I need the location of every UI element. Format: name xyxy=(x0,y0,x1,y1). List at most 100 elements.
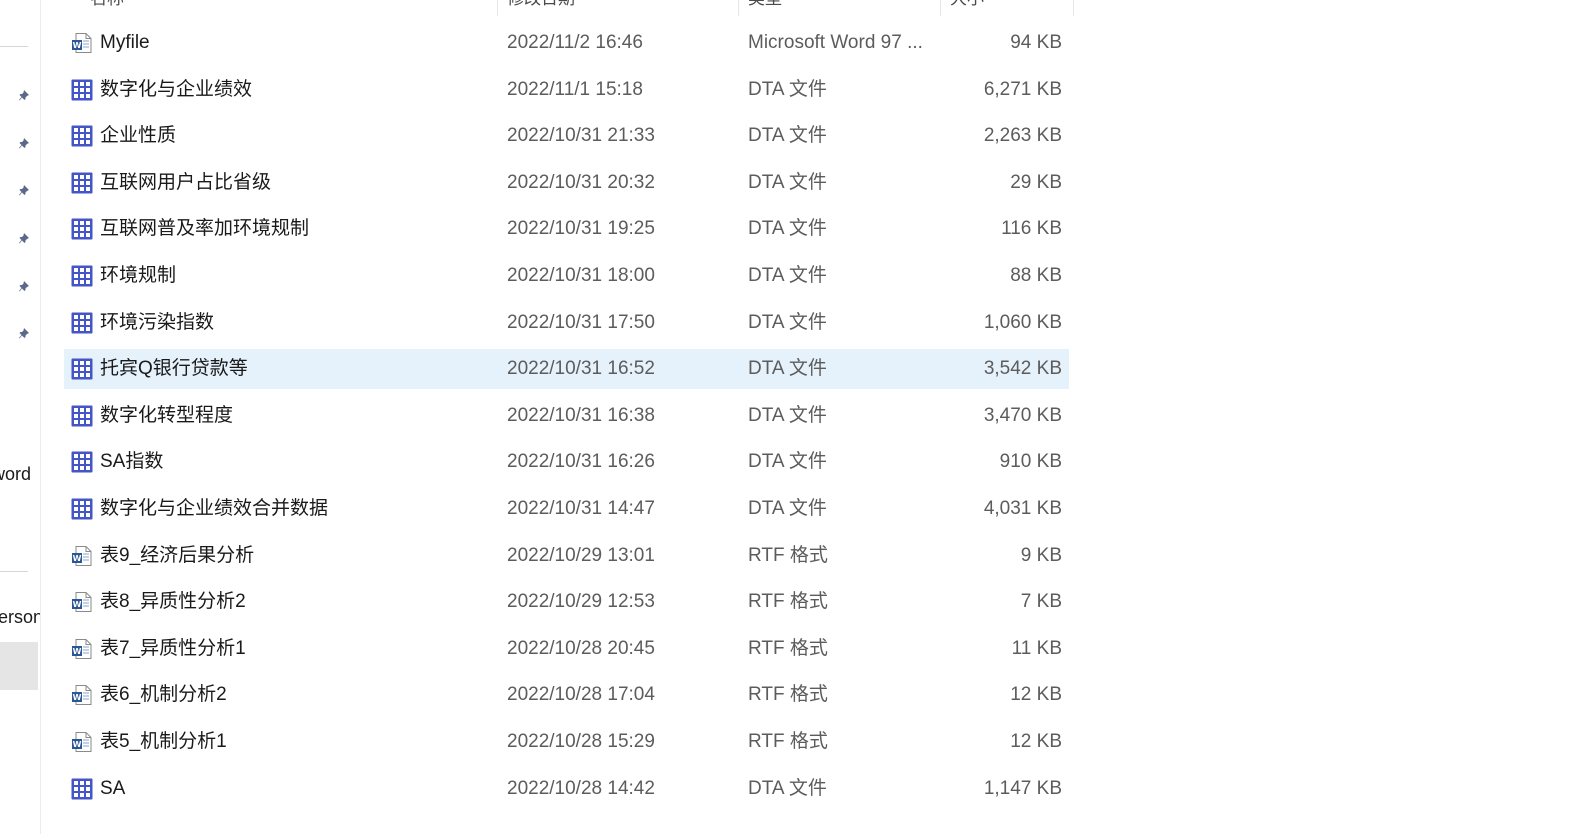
file-row[interactable]: 企业性质 2022/10/31 21:33 DTA 文件 2,263 KB xyxy=(64,116,1069,156)
file-size: 9 KB xyxy=(1020,544,1062,566)
file-type: DTA 文件 xyxy=(748,777,827,799)
nav-divider xyxy=(0,46,28,47)
file-name: 表8_异质性分析2 xyxy=(100,591,246,613)
file-size: 88 KB xyxy=(1010,265,1062,286)
file-type: RTF 格式 xyxy=(748,591,828,613)
file-size: 94 KB xyxy=(1010,32,1062,53)
file-row[interactable]: 环境规制 2022/10/31 18:00 DTA 文件 88 KB xyxy=(64,256,1069,296)
pin-icon[interactable] xyxy=(17,325,33,341)
file-type: DTA 文件 xyxy=(748,311,827,333)
file-name: 数字化转型程度 xyxy=(100,404,234,426)
svg-text:W: W xyxy=(73,41,82,50)
file-date-modified: 2022/10/31 17:50 xyxy=(507,311,655,333)
file-type: DTA 文件 xyxy=(748,265,827,286)
pin-icon[interactable] xyxy=(17,230,33,246)
file-date-modified: 2022/10/31 20:32 xyxy=(507,171,655,193)
file-row[interactable]: 环境污染指数 2022/10/31 17:50 DTA 文件 1,060 KB xyxy=(64,303,1069,343)
navigation-pane: word erson xyxy=(0,0,41,834)
file-type: DTA 文件 xyxy=(748,218,827,240)
file-name: 企业性质 xyxy=(100,125,177,147)
file-row[interactable]: 互联网用户占比省级 2022/10/31 20:32 DTA 文件 29 KB xyxy=(64,163,1069,203)
column-divider[interactable] xyxy=(738,0,739,16)
file-row[interactable]: W 表5_机制分析1 2022/10/28 15:29 RTF 格式 12 KB xyxy=(64,722,1069,762)
nav-divider xyxy=(0,571,28,572)
file-row[interactable]: W Myfile 2022/11/2 16:46 Microsoft Word 97… xyxy=(64,23,1069,63)
file-type: DTA 文件 xyxy=(748,451,827,473)
file-type: DTA 文件 xyxy=(748,171,827,193)
dta-file-icon xyxy=(70,349,94,389)
file-type: DTA 文件 xyxy=(748,358,827,380)
word-document-icon: W xyxy=(70,722,94,762)
pin-icon[interactable] xyxy=(17,87,33,103)
file-name: 环境规制 xyxy=(100,265,177,286)
column-divider[interactable] xyxy=(940,0,941,16)
file-size: 7 KB xyxy=(1020,591,1062,613)
file-row[interactable]: W 表8_异质性分析2 2022/10/29 12:53 RTF 格式 7 KB xyxy=(64,582,1069,622)
file-type: Microsoft Word 97 ... xyxy=(748,32,923,53)
file-row[interactable]: W 表6_机制分析2 2022/10/28 17:04 RTF 格式 12 KB xyxy=(64,675,1069,715)
file-date-modified: 2022/10/29 13:01 xyxy=(507,544,655,566)
word-document-icon: W xyxy=(70,536,94,576)
file-name: SA xyxy=(100,777,126,799)
file-size: 1,060 KB xyxy=(983,311,1062,333)
nav-item-person[interactable]: erson xyxy=(0,607,40,628)
file-row[interactable]: 数字化与企业绩效 2022/11/1 15:18 DTA 文件 6,271 KB xyxy=(64,70,1069,110)
file-size: 910 KB xyxy=(999,451,1062,473)
file-row[interactable]: 数字化转型程度 2022/10/31 16:38 DTA 文件 3,470 KB xyxy=(64,396,1069,436)
file-name: 环境污染指数 xyxy=(100,311,215,333)
svg-text:W: W xyxy=(73,740,82,749)
file-size: 4,031 KB xyxy=(983,498,1062,519)
file-row[interactable]: 互联网普及率加环境规制 2022/10/31 19:25 DTA 文件 116 KB xyxy=(64,209,1069,249)
column-header-type[interactable]: 类型 xyxy=(748,0,782,16)
dta-file-icon xyxy=(70,116,94,156)
file-date-modified: 2022/10/31 16:52 xyxy=(507,358,655,380)
pin-icon[interactable] xyxy=(17,135,33,151)
file-name: 表5_机制分析1 xyxy=(100,731,227,752)
pin-icon[interactable] xyxy=(17,278,33,294)
file-date-modified: 2022/11/1 15:18 xyxy=(507,78,643,100)
file-name: 表7_异质性分析1 xyxy=(100,637,246,659)
column-divider[interactable] xyxy=(1073,0,1074,16)
file-row[interactable]: 数字化与企业绩效合并数据 2022/10/31 14:47 DTA 文件 4,031 … xyxy=(64,489,1069,529)
file-type: RTF 格式 xyxy=(748,637,828,659)
column-header-date[interactable]: 修改日期 xyxy=(507,0,575,16)
file-type: DTA 文件 xyxy=(748,404,827,426)
dta-file-icon xyxy=(70,769,94,809)
column-header-name[interactable]: 名称 xyxy=(90,0,124,16)
dta-file-icon xyxy=(70,489,94,529)
file-row[interactable]: SA指数 2022/10/31 16:26 DTA 文件 910 KB xyxy=(64,442,1069,482)
file-type: RTF 格式 xyxy=(748,684,828,706)
pin-icon[interactable] xyxy=(17,182,33,198)
file-name: 托宾Q银行贷款等 xyxy=(100,358,248,380)
file-date-modified: 2022/11/2 16:46 xyxy=(507,32,643,53)
file-date-modified: 2022/10/28 20:45 xyxy=(507,637,655,659)
file-size: 12 KB xyxy=(1010,731,1062,752)
svg-text:W: W xyxy=(73,693,82,702)
nav-item-word[interactable]: word xyxy=(0,464,40,485)
nav-item-selected[interactable] xyxy=(0,642,38,690)
dta-file-icon xyxy=(70,256,94,296)
word-document-icon: W xyxy=(70,629,94,669)
file-date-modified: 2022/10/31 16:38 xyxy=(507,404,655,426)
file-size: 1,147 KB xyxy=(983,777,1062,799)
dta-file-icon xyxy=(70,209,94,249)
column-header: 名称 修改日期 类型 大小 xyxy=(64,0,1074,16)
file-type: DTA 文件 xyxy=(748,498,827,519)
file-row[interactable]: 托宾Q银行贷款等 2022/10/31 16:52 DTA 文件 3,542 KB xyxy=(64,349,1069,390)
file-row[interactable]: SA 2022/10/28 14:42 DTA 文件 1,147 KB xyxy=(64,769,1069,809)
file-size: 116 KB xyxy=(1001,218,1062,240)
file-type: RTF 格式 xyxy=(748,544,828,566)
file-size: 2,263 KB xyxy=(983,125,1062,147)
column-divider[interactable] xyxy=(497,0,498,16)
file-name: 互联网用户占比省级 xyxy=(100,171,272,193)
file-name: 数字化与企业绩效合并数据 xyxy=(100,498,329,519)
file-date-modified: 2022/10/31 16:26 xyxy=(507,451,655,473)
dta-file-icon xyxy=(70,303,94,343)
file-size: 3,470 KB xyxy=(983,404,1062,426)
file-row[interactable]: W 表9_经济后果分析 2022/10/29 13:01 RTF 格式 9 KB xyxy=(64,536,1069,576)
file-row[interactable]: W 表7_异质性分析1 2022/10/28 20:45 RTF 格式 11 KB xyxy=(64,629,1069,669)
dta-file-icon xyxy=(70,163,94,203)
column-header-size[interactable]: 大小 xyxy=(950,0,984,16)
file-type: DTA 文件 xyxy=(748,125,827,147)
dta-file-icon xyxy=(70,396,94,436)
